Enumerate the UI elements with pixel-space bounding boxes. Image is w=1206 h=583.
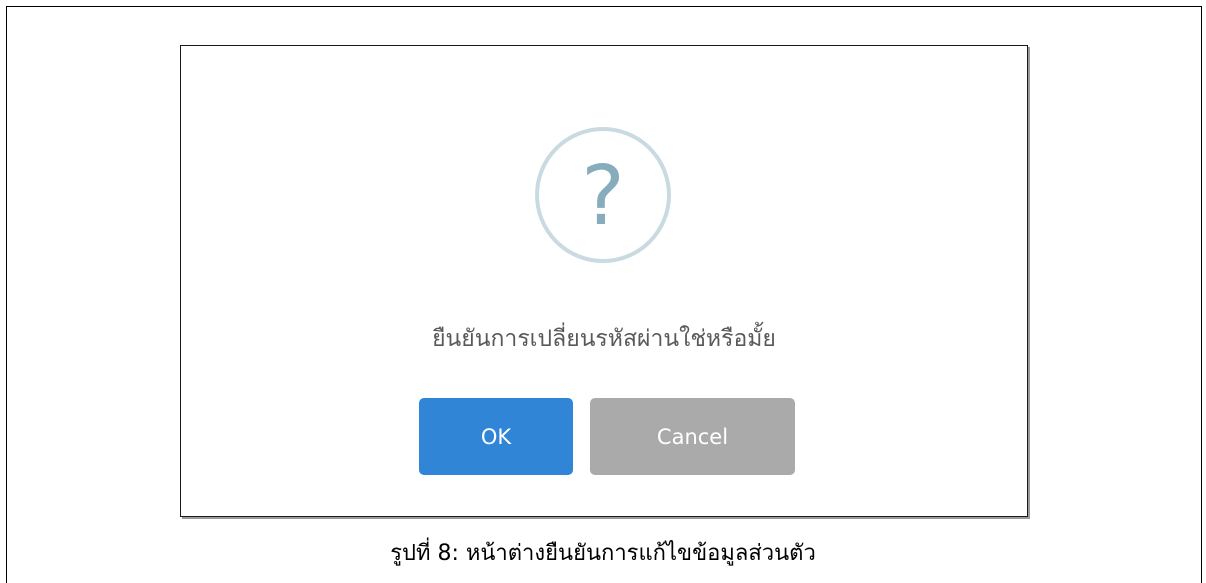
dialog-message: ยืนยันการเปลี่ยนรหัสผ่านใช่หรือมั้ย	[432, 326, 776, 352]
figure-caption: รูปที่ 8: หน้าต่างยืนยันการแก้ไขข้อมูลส่…	[390, 541, 816, 566]
confirm-dialog: ? ยืนยันการเปลี่ยนรหัสผ่านใช่หรือมั้ย OK…	[180, 45, 1028, 517]
question-mark-glyph: ?	[581, 149, 625, 244]
cancel-button[interactable]: Cancel	[590, 398, 795, 475]
ok-button[interactable]: OK	[419, 398, 573, 475]
question-mark-icon: ?	[535, 127, 671, 263]
